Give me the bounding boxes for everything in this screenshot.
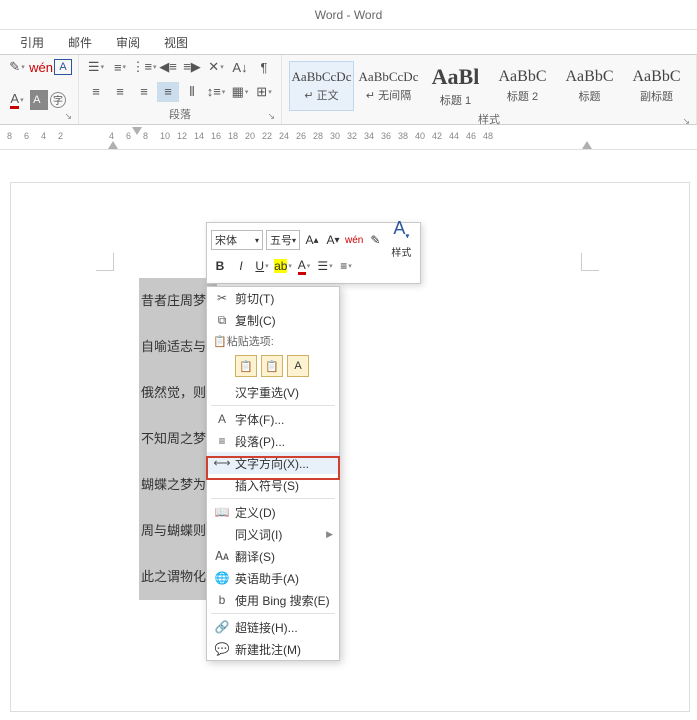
show-marks-button[interactable]: ¶ — [253, 57, 275, 77]
format-painter-button[interactable]: ✎ — [6, 57, 28, 77]
align-right-button[interactable]: ≡ — [133, 82, 155, 102]
mini-size-select[interactable]: 五号▾ — [266, 230, 300, 250]
scissors-icon: ✂ — [213, 291, 231, 305]
ctx-font[interactable]: A字体(F)... — [207, 408, 339, 430]
text-direction-icon: ⟷ — [213, 456, 231, 470]
globe-icon: 🌐 — [213, 571, 231, 585]
decrease-indent-button[interactable]: ◀≡ — [157, 57, 179, 77]
align-justify-button[interactable]: ≡ — [157, 82, 179, 102]
mini-font-select[interactable]: 宋体▾ — [211, 230, 263, 250]
sort-button[interactable]: A↓ — [229, 57, 251, 77]
mini-italic-button[interactable]: I — [232, 256, 250, 276]
mini-highlight-button[interactable]: ab — [274, 256, 292, 276]
margin-corner-tl — [96, 253, 114, 271]
multilevel-button[interactable]: ⋮≡ — [133, 57, 155, 77]
copy-icon: ⧉ — [213, 313, 231, 328]
ctx-define[interactable]: 📖定义(D) — [207, 501, 339, 523]
right-indent-marker[interactable] — [582, 141, 592, 149]
increase-indent-button[interactable]: ≡▶ — [181, 57, 203, 77]
tab-references[interactable]: 引用 — [10, 30, 54, 55]
ctx-bing-search[interactable]: b使用 Bing 搜索(E) — [207, 589, 339, 611]
ctx-paragraph[interactable]: ≡段落(P)... — [207, 430, 339, 452]
align-left-button[interactable]: ≡ — [85, 82, 107, 102]
ctx-cut[interactable]: ✂剪切(T) — [207, 287, 339, 309]
ctx-text-direction[interactable]: ⟷文字方向(X)... — [207, 452, 339, 474]
char-border-button[interactable]: A — [54, 59, 72, 75]
style-card-0[interactable]: AaBbCcDc↵ 正文 — [289, 61, 354, 111]
mini-numbering-button[interactable]: ≡ — [337, 256, 355, 276]
paste-merge-formatting-button[interactable]: 📋 — [261, 355, 283, 377]
link-icon: 🔗 — [213, 620, 231, 634]
clipboard-icon: 📋 — [213, 336, 227, 348]
mini-phonetic-button[interactable]: wén — [345, 230, 363, 250]
title-bar: Word - Word — [0, 0, 697, 30]
asian-layout-button[interactable]: ✕ — [205, 57, 227, 77]
margin-corner-tr — [581, 253, 599, 271]
tab-view[interactable]: 视图 — [154, 30, 198, 55]
font-color-button[interactable]: A — [6, 90, 28, 110]
char-shading-button[interactable]: A — [30, 90, 48, 110]
paste-keep-formatting-button[interactable]: 📋 — [235, 355, 257, 377]
first-line-indent-marker[interactable] — [132, 127, 142, 135]
style-card-4[interactable]: AaBbC标题 — [557, 61, 622, 111]
chevron-right-icon: ▶ — [326, 529, 333, 540]
align-distribute-button[interactable]: ⫴ — [181, 82, 203, 102]
ctx-translate[interactable]: 🗛翻译(S) — [207, 545, 339, 567]
phonetic-guide-button[interactable]: wén — [30, 57, 52, 77]
ribbon-group-font: ✎ wén A A A 字 ↘ — [0, 55, 79, 124]
ctx-insert-symbol[interactable]: 插入符号(S) — [207, 474, 339, 496]
ctx-paste-options: 📋 📋 A — [207, 351, 339, 381]
ctx-separator — [211, 498, 335, 499]
comment-icon: 💬 — [213, 642, 231, 656]
line-spacing-button[interactable]: ↕≡ — [205, 82, 227, 102]
tab-mailings[interactable]: 邮件 — [58, 30, 102, 55]
context-menu: ✂剪切(T) ⧉复制(C) 📋粘贴选项: 📋 📋 A 汉字重选(V) A字体(F… — [206, 286, 340, 661]
ctx-new-comment[interactable]: 💬新建批注(M) — [207, 638, 339, 660]
ctx-copy[interactable]: ⧉复制(C) — [207, 309, 339, 331]
paragraph-group-label: 段落 — [169, 109, 191, 121]
mini-toolbar: 宋体▾ 五号▾ A▴ A▾ wén ✎ A▾ 样式 B I U ab A ☰ ≡ — [206, 222, 421, 284]
ctx-paste-header: 📋粘贴选项: — [207, 331, 339, 351]
ctx-english-assistant[interactable]: 🌐英语助手(A) — [207, 567, 339, 589]
mini-styles-button[interactable]: A▾ 样式 — [387, 221, 415, 259]
paragraph-icon: ≡ — [213, 434, 231, 448]
paragraph-launcher-icon[interactable]: ↘ — [267, 111, 275, 122]
ribbon-group-styles: AaBbCcDc↵ 正文AaBbCcDc↵ 无间隔AaBl标题 1AaBbC标题… — [282, 55, 697, 124]
ribbon-group-paragraph: ☰ ≡ ⋮≡ ◀≡ ≡▶ ✕ A↓ ¶ ≡ ≡ ≡ ≡ ⫴ ↕≡ ▦ ⊞ 段落 ↘ — [79, 55, 282, 124]
mini-bullets-button[interactable]: ☰ — [316, 256, 334, 276]
hanging-indent-marker[interactable] — [108, 141, 118, 149]
translate-icon: 🗛 — [213, 549, 231, 564]
font-icon: A — [213, 412, 231, 426]
horizontal-ruler[interactable]: 8642468101214161820222426283032343638404… — [0, 125, 697, 150]
shading-button[interactable]: ▦ — [229, 82, 251, 102]
ctx-ime-reconvert[interactable]: 汉字重选(V) — [207, 381, 339, 403]
mini-bold-button[interactable]: B — [211, 256, 229, 276]
ctx-hyperlink[interactable]: 🔗超链接(H)... — [207, 616, 339, 638]
window-title: Word - Word — [315, 8, 383, 22]
tab-review[interactable]: 审阅 — [106, 30, 150, 55]
ribbon-tabs: 引用 邮件 审阅 视图 — [0, 30, 697, 55]
style-card-3[interactable]: AaBbC标题 2 — [490, 61, 555, 111]
style-card-1[interactable]: AaBbCcDc↵ 无间隔 — [356, 61, 421, 111]
borders-button[interactable]: ⊞ — [253, 82, 275, 102]
bing-icon: b — [213, 593, 231, 607]
mini-grow-font-button[interactable]: A▴ — [303, 230, 321, 250]
enclose-char-button[interactable]: 字 — [50, 92, 66, 108]
align-center-button[interactable]: ≡ — [109, 82, 131, 102]
bullets-button[interactable]: ☰ — [85, 57, 107, 77]
ctx-synonyms[interactable]: 同义词(I)▶ — [207, 523, 339, 545]
ctx-separator — [211, 613, 335, 614]
ribbon: ✎ wén A A A 字 ↘ ☰ ≡ ⋮≡ ◀≡ ≡▶ ✕ A↓ ¶ ≡ ≡ … — [0, 55, 697, 125]
book-icon: 📖 — [213, 505, 231, 519]
font-launcher-icon[interactable]: ↘ — [64, 111, 72, 122]
paste-text-only-button[interactable]: A — [287, 355, 309, 377]
mini-underline-button[interactable]: U — [253, 256, 271, 276]
mini-shrink-font-button[interactable]: A▾ — [324, 230, 342, 250]
ctx-separator — [211, 405, 335, 406]
numbering-button[interactable]: ≡ — [109, 57, 131, 77]
mini-format-painter-button[interactable]: ✎ — [366, 230, 384, 250]
mini-font-color-button[interactable]: A — [295, 256, 313, 276]
style-card-5[interactable]: AaBbC副标题 — [624, 61, 689, 111]
style-card-2[interactable]: AaBl标题 1 — [423, 61, 488, 111]
